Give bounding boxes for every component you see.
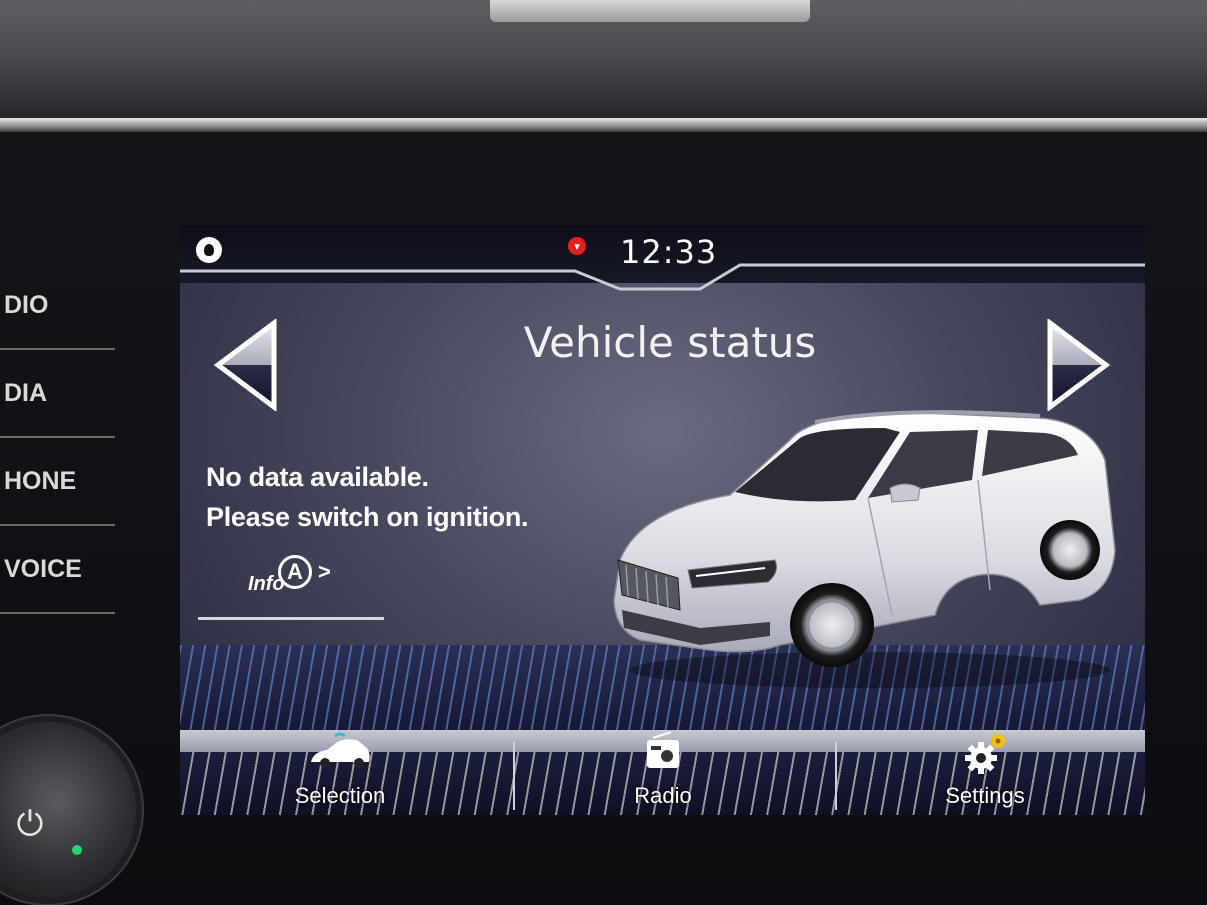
alert-indicator-icon[interactable]: ▾ xyxy=(568,237,586,255)
menu-item-label: Radio xyxy=(634,783,692,808)
previous-page-button[interactable] xyxy=(213,318,278,412)
menu-item-label: Selection xyxy=(294,783,386,808)
clock: 12:33 xyxy=(620,233,718,271)
hardware-button-radio[interactable]: DIO xyxy=(0,262,115,350)
hardware-button-phone[interactable]: HONE xyxy=(0,438,115,526)
infotainment-screen: ▾ 12:33 Vehicle status No data available… xyxy=(180,225,1145,815)
dashboard-chrome-trim xyxy=(0,118,1207,132)
status-message-line: No data available. xyxy=(206,462,429,492)
status-message: No data available. Please switch on igni… xyxy=(206,457,529,537)
menu-item-settings[interactable]: Settings xyxy=(825,730,1145,815)
chevron-right-small-icon: > xyxy=(318,559,331,584)
info-button-underline xyxy=(198,617,384,620)
dashboard-top-panel xyxy=(0,0,1207,135)
page-title: Vehicle status xyxy=(523,318,817,367)
gear-icon xyxy=(965,734,1005,774)
next-page-button[interactable] xyxy=(1046,318,1111,412)
hardware-button-label: DIO xyxy=(4,290,49,319)
menu-item-selection[interactable]: Selection xyxy=(180,730,500,815)
bottom-menu-bar: Selection Radio Settings xyxy=(180,730,1145,815)
info-assist-button[interactable]: Info A > xyxy=(242,553,342,603)
radio-icon xyxy=(647,732,679,768)
menu-item-label: Settings xyxy=(945,783,1025,808)
power-icon[interactable]: ⏻ xyxy=(6,800,54,848)
hardware-button-media[interactable]: DIA xyxy=(0,350,115,438)
hardware-button-column: DIO DIA HONE VOICE xyxy=(0,262,130,614)
hardware-button-label: HONE xyxy=(4,466,77,495)
chevron-right-icon xyxy=(1047,318,1111,412)
user-profile-icon[interactable] xyxy=(196,237,222,263)
hardware-button-label: DIA xyxy=(4,378,48,407)
info-a-icon: A xyxy=(278,555,312,589)
status-message-line: Please switch on ignition. xyxy=(206,502,529,532)
hardware-button-voice[interactable]: VOICE xyxy=(0,526,115,614)
power-led-indicator xyxy=(72,845,82,855)
chevron-left-icon xyxy=(213,318,277,412)
hardware-button-label: VOICE xyxy=(4,554,82,583)
car-icon xyxy=(311,732,370,768)
menu-item-radio[interactable]: Radio xyxy=(503,730,823,815)
vehicle-image xyxy=(613,410,1116,688)
